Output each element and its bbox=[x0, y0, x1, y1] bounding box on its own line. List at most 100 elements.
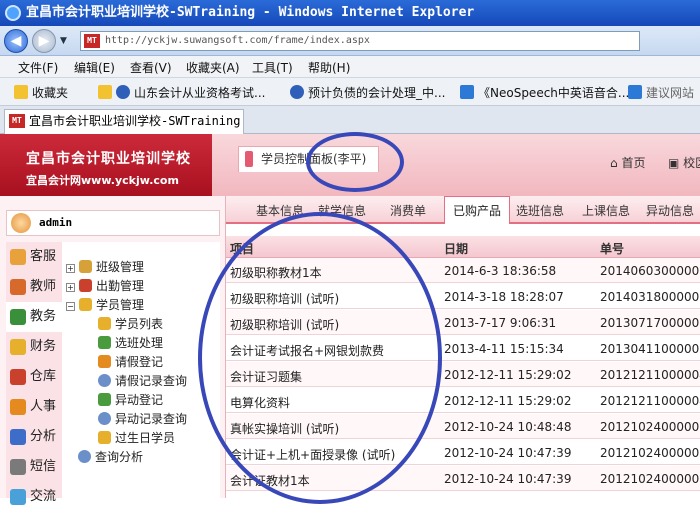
nav-label: 教务 bbox=[30, 309, 57, 324]
tree-label: 异动记录查询 bbox=[115, 412, 188, 426]
menu-edit[interactable]: 编辑(E) bbox=[74, 59, 115, 76]
tree-label: 查询分析 bbox=[95, 450, 144, 464]
menu-favorites[interactable]: 收藏夹(A) bbox=[186, 59, 240, 76]
table-row[interactable]: 会计证+上机+面授录像 (试听) 2012-10-24 10:47:39 20121… bbox=[226, 440, 700, 465]
tree-label: 学员管理 bbox=[96, 298, 145, 312]
cell-date: 2012-12-11 15:29:02 bbox=[444, 394, 572, 408]
cell-item: 会计证考试报名+网银划款费 bbox=[230, 344, 385, 358]
expand-icon[interactable]: + bbox=[66, 264, 75, 273]
tab-purchased-products[interactable]: 已购产品 bbox=[444, 196, 511, 224]
tree-leave-register[interactable]: 请假登记 bbox=[98, 353, 163, 370]
table-row[interactable]: 真帐实操培训 (试听) 2012-10-24 10:48:48 2012102400… bbox=[226, 414, 700, 439]
nav-label: 财务 bbox=[30, 339, 57, 354]
function-tree: + 班级管理 + 出勤管理 − 学员管理 学员列表 选班处理 请假登记 请假记录查询 … bbox=[62, 242, 220, 498]
nav-label: 客服 bbox=[30, 249, 57, 264]
module-nav: 客服 教师 教务 财务 仓库 人事 分析 短信 交流 bbox=[6, 242, 62, 505]
table-row[interactable]: 会计证考试报名+网银划款费 2013-4-11 15:15:34 201304110… bbox=[226, 336, 700, 361]
cell-order-no: 20121024000002 bbox=[600, 472, 700, 486]
academic-icon bbox=[10, 309, 26, 325]
table-row[interactable]: 初级职称教材1本 2014-6-3 18:36:58 20140603000009 bbox=[226, 258, 700, 283]
search-icon bbox=[78, 450, 91, 463]
history-dropdown-icon[interactable]: ▼ bbox=[60, 36, 67, 46]
tree-student-list[interactable]: 学员列表 bbox=[98, 315, 163, 332]
tree-leave-query[interactable]: 请假记录查询 bbox=[98, 372, 187, 389]
fav-item-shandong[interactable]: 山东会计从业资格考试... bbox=[98, 84, 265, 101]
column-date: 日期 bbox=[444, 242, 469, 256]
cell-item: 电算化资料 bbox=[230, 396, 291, 410]
nav-hr[interactable]: 人事 bbox=[6, 392, 62, 422]
nav-chat[interactable]: 交流 bbox=[6, 482, 62, 512]
table-row[interactable]: 初级职称培训 (试听) 2014-3-18 18:28:07 20140318000… bbox=[226, 284, 700, 309]
service-icon bbox=[10, 249, 26, 265]
table-row[interactable]: 会计证教材1本 2012-10-24 10:47:39 20121024000002 bbox=[226, 466, 700, 491]
add-favorite-icon bbox=[98, 85, 112, 99]
user-edit-icon bbox=[98, 393, 111, 406]
tab-consumption[interactable]: 消费单 bbox=[390, 202, 426, 219]
cake-icon bbox=[98, 431, 111, 444]
tree-class-select[interactable]: 选班处理 bbox=[98, 334, 163, 351]
collapse-icon[interactable]: − bbox=[66, 302, 75, 311]
address-input[interactable]: MT http://yckjw.suwangsoft.com/frame/ind… bbox=[80, 31, 640, 51]
cell-order-no: 20140318000005 bbox=[600, 290, 700, 304]
favorites-button[interactable]: 收藏夹 bbox=[14, 84, 68, 101]
tab-change-info[interactable]: 异动信息 bbox=[646, 202, 694, 219]
user-check-icon bbox=[98, 336, 111, 349]
cell-item: 会计证+上机+面授录像 (试听) bbox=[230, 448, 396, 462]
tab-basic-info[interactable]: 基本信息 bbox=[256, 202, 304, 219]
site-icon bbox=[290, 85, 304, 99]
nav-label: 仓库 bbox=[30, 369, 57, 384]
browser-tab[interactable]: MT 宜昌市会计职业培训学校-SWTraining bbox=[4, 109, 244, 134]
nav-warehouse[interactable]: 仓库 bbox=[6, 362, 62, 392]
tree-student-mgmt[interactable]: − 学员管理 bbox=[66, 296, 144, 313]
nav-finance[interactable]: 财务 bbox=[6, 332, 62, 362]
nav-label: 教师 bbox=[30, 279, 57, 294]
nav-analysis[interactable]: 分析 bbox=[6, 422, 62, 452]
table-row[interactable]: 电算化资料 2012-12-11 15:29:02 20121211000004 bbox=[226, 388, 700, 413]
campus-label: 校区 bbox=[683, 156, 700, 170]
cell-item: 真帐实操培训 (试听) bbox=[230, 422, 340, 436]
fav-item-label: 山东会计从业资格考试... bbox=[134, 86, 266, 100]
column-order-no: 单号 bbox=[600, 242, 625, 256]
nav-teacher[interactable]: 教师 bbox=[6, 272, 62, 302]
fav-item-suggested[interactable]: 建议网站 bbox=[628, 84, 694, 101]
cell-date: 2012-10-24 10:48:48 bbox=[444, 420, 572, 434]
campus-link[interactable]: ▣ 校区 bbox=[668, 154, 700, 171]
sidebar: admin 客服 教师 教务 财务 仓库 人事 分析 短信 交流 + 班级管理 +… bbox=[0, 196, 226, 505]
tab-lesson-info[interactable]: 上课信息 bbox=[582, 202, 630, 219]
cell-order-no: 20121211000004 bbox=[600, 394, 700, 408]
nav-sms[interactable]: 短信 bbox=[6, 452, 62, 482]
finance-icon bbox=[10, 339, 26, 355]
menu-help[interactable]: 帮助(H) bbox=[308, 59, 350, 76]
user-info: admin bbox=[6, 210, 220, 236]
tree-change-query[interactable]: 异动记录查询 bbox=[98, 410, 187, 427]
table-row[interactable]: 会计证习题集 2012-12-11 15:29:02 20121211000004 bbox=[226, 362, 700, 387]
forward-button[interactable]: ▶ bbox=[32, 29, 56, 53]
fav-item-liability[interactable]: 预计负债的会计处理_中... bbox=[290, 84, 445, 101]
tree-birthday[interactable]: 过生日学员 bbox=[98, 429, 175, 446]
fav-item-neospeech[interactable]: 《NeoSpeech中英语音合... bbox=[460, 84, 629, 101]
tree-label: 出勤管理 bbox=[96, 279, 145, 293]
student-panel-tab[interactable]: 学员控制面板(李平) bbox=[238, 146, 380, 172]
tree-attendance[interactable]: + 出勤管理 bbox=[66, 277, 144, 294]
nav-academic[interactable]: 教务 bbox=[6, 302, 62, 332]
site-icon bbox=[116, 85, 130, 99]
table-row[interactable]: 初级职称培训 (试听) 2013-7-17 9:06:31 201307170000… bbox=[226, 310, 700, 335]
search-icon bbox=[98, 374, 111, 387]
tab-study-info[interactable]: 就学信息 bbox=[318, 202, 366, 219]
home-link[interactable]: ⌂ 首页 bbox=[610, 154, 645, 171]
menu-file[interactable]: 文件(F) bbox=[18, 59, 58, 76]
expand-icon[interactable]: + bbox=[66, 283, 75, 292]
tree-query-analysis[interactable]: 查询分析 bbox=[78, 448, 143, 465]
cell-order-no: 20121211000004 bbox=[600, 368, 700, 382]
back-button[interactable]: ◀ bbox=[4, 29, 28, 53]
menu-view[interactable]: 查看(V) bbox=[130, 59, 172, 76]
cell-item: 初级职称教材1本 bbox=[230, 266, 322, 280]
tree-change-register[interactable]: 异动登记 bbox=[98, 391, 163, 408]
menu-tools[interactable]: 工具(T) bbox=[252, 59, 293, 76]
tree-class-mgmt[interactable]: + 班级管理 bbox=[66, 258, 144, 275]
nav-label: 人事 bbox=[30, 399, 57, 414]
nav-service[interactable]: 客服 bbox=[6, 242, 62, 272]
school-site: 宜昌会计网www.yckjw.com bbox=[26, 174, 179, 187]
tab-class-selection[interactable]: 选班信息 bbox=[516, 202, 564, 219]
analysis-icon bbox=[10, 429, 26, 445]
